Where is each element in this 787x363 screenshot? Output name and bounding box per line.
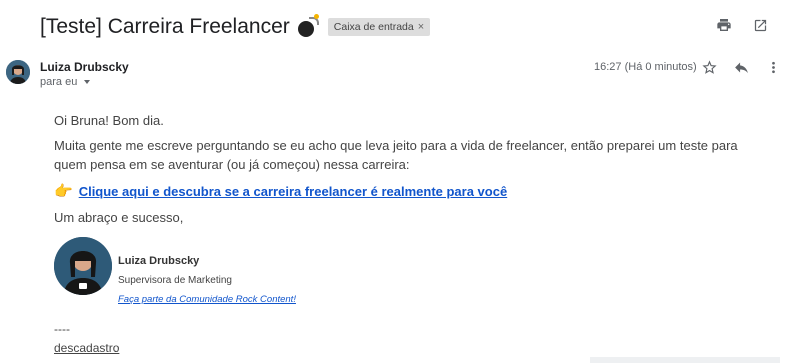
bottom-scroll-area — [590, 357, 780, 363]
top-toolbar — [715, 16, 769, 34]
recipient-label: para eu — [40, 76, 78, 88]
reply-icon[interactable] — [732, 58, 750, 76]
message-actions — [700, 58, 782, 76]
signature-role: Supervisora de Marketing — [118, 275, 232, 286]
quiz-link[interactable]: Clique aqui e descubra se a carreira fre… — [79, 182, 508, 201]
intro-paragraph: Muita gente me escreve perguntando se eu… — [54, 138, 738, 172]
footer-period: . — [114, 341, 118, 355]
star-icon[interactable] — [700, 58, 718, 76]
email-timestamp: 16:27 (Há 0 minutos) — [594, 61, 697, 73]
greeting-text: Oi Bruna! Bom dia. — [54, 113, 164, 128]
inbox-label-chip[interactable]: Caixa de entrada × — [327, 18, 431, 36]
cta-line: 👉 Clique aqui e descubra se a carreira f… — [54, 182, 507, 201]
open-in-new-icon[interactable] — [751, 16, 769, 34]
print-icon[interactable] — [715, 16, 733, 34]
signature-name: Luiza Drubscky — [118, 255, 200, 267]
chevron-down-icon — [84, 80, 91, 84]
remove-label-button[interactable]: × — [418, 21, 424, 33]
footer-separator: ---- — [54, 322, 70, 336]
unsubscribe-link[interactable]: descadastro — [54, 341, 119, 355]
sender-avatar[interactable] — [6, 60, 30, 84]
signature-photo — [54, 237, 112, 295]
sender-name[interactable]: Luiza Drubscky — [40, 60, 129, 74]
more-vert-icon[interactable] — [764, 58, 782, 76]
community-link[interactable]: Faça parte da Comunidade Rock Content! — [118, 294, 296, 305]
regards-text: Um abraço e sucesso, — [54, 210, 184, 225]
recipient-details-toggle[interactable]: para eu — [40, 76, 91, 88]
inbox-label-text: Caixa de entrada — [333, 21, 414, 33]
email-subject: [Teste] Carreira Freelancer — [40, 15, 290, 38]
backhand-pointing-right-icon: 👉 — [54, 183, 73, 200]
bomb-emoji-icon — [296, 14, 319, 38]
subject-row: [Teste] Carreira Freelancer Caixa de ent… — [40, 12, 431, 42]
